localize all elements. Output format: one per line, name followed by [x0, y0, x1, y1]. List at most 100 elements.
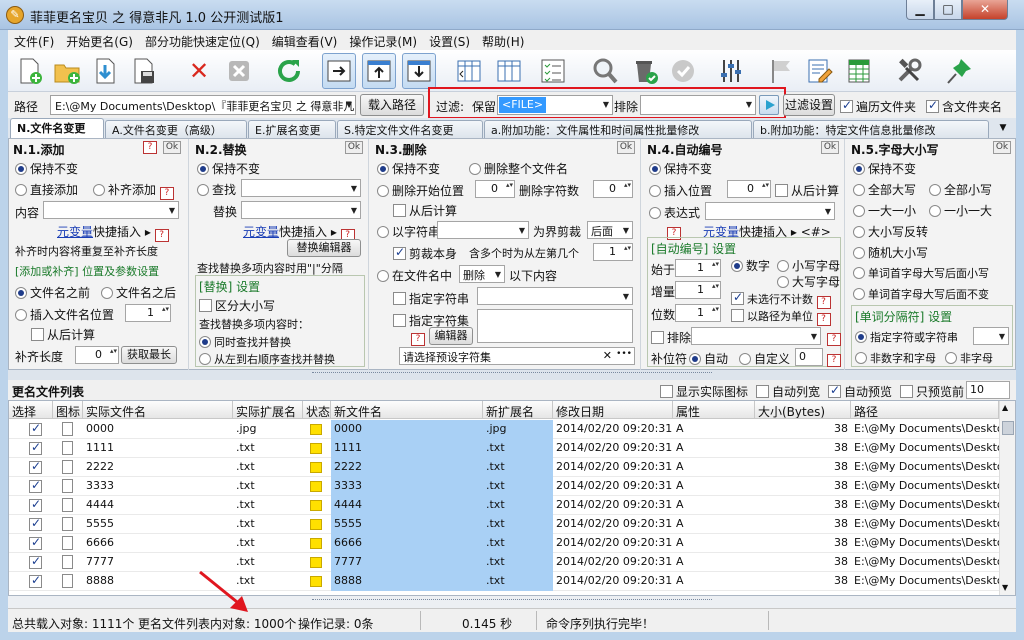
col-size-header[interactable]: 大小(Bytes): [755, 401, 851, 419]
load-path-button[interactable]: 载入路径: [360, 94, 424, 116]
upper-lower-radio[interactable]: 一大一小: [853, 202, 916, 219]
chevron-down-icon[interactable]: ▼: [346, 100, 352, 109]
specified-string-checkbox[interactable]: 指定字符串: [393, 290, 469, 307]
add-from-end-checkbox[interactable]: 从后计算: [31, 326, 95, 343]
col-attributes-header[interactable]: 属性: [673, 401, 755, 419]
add-content-input[interactable]: ▼: [43, 201, 179, 219]
word-capitalize-keep-radio[interactable]: 单词首字母大写后面不变: [853, 286, 989, 302]
open-folder-icon[interactable]: [50, 53, 84, 89]
non-letter-radio[interactable]: 非字母: [945, 350, 993, 366]
chevron-down-icon[interactable]: ▼: [746, 100, 752, 109]
menu-edit-view[interactable]: 编辑查看(V): [266, 30, 344, 50]
traverse-folders-checkbox[interactable]: 遍历文件夹: [840, 98, 916, 115]
help-icon[interactable]: ?: [159, 187, 174, 200]
chevron-down-icon[interactable]: ▼: [811, 332, 817, 341]
table-row[interactable]: 3333.txt3333.txt2014/02/20 09:20:31A38E:…: [9, 477, 999, 496]
by-path-checkbox[interactable]: 以路径为单位 ?: [731, 308, 831, 326]
chevron-down-icon[interactable]: ▼: [169, 206, 175, 215]
table-row[interactable]: 8888.txt8888.txt2014/02/20 09:20:31A38E:…: [9, 572, 999, 591]
swap-case-radio[interactable]: 大小写反转: [853, 223, 928, 240]
col-actual-ext-header[interactable]: 实际扩展名: [233, 401, 303, 419]
start-stepper[interactable]: 1: [675, 259, 721, 277]
direct-add-radio[interactable]: 直接添加: [15, 181, 78, 198]
chevron-down-icon[interactable]: ▼: [495, 270, 501, 279]
help-icon[interactable]: ?: [827, 329, 841, 346]
tools-icon[interactable]: [892, 53, 926, 89]
sliders-icon[interactable]: [714, 53, 748, 89]
clear-icon[interactable]: [222, 53, 256, 89]
meta-var-quick-insert[interactable]: 元变量快捷插入 ▸ ?: [57, 223, 169, 242]
row-select-checkbox[interactable]: [29, 535, 42, 550]
digit-radio[interactable]: 数字: [731, 257, 770, 274]
col-new-ext-header[interactable]: 新扩展名: [483, 401, 553, 419]
preview-first-checkbox[interactable]: 只预览前: [900, 383, 964, 400]
charset-textarea[interactable]: [477, 309, 633, 343]
help-icon[interactable]: ?: [827, 350, 841, 367]
add-keep-radio[interactable]: 保持不变: [15, 160, 78, 177]
more-icon[interactable]: •••: [616, 349, 632, 359]
help-icon[interactable]: ?: [411, 329, 425, 346]
delete-mode-select[interactable]: 删除 ▼: [459, 265, 505, 283]
delete-start-stepper[interactable]: 0: [475, 180, 515, 198]
random-case-radio[interactable]: 随机大小写: [853, 244, 928, 261]
row-select-checkbox[interactable]: [29, 478, 42, 493]
path-input[interactable]: E:\@My Documents\Desktop\『菲菲更名宝贝 之 得意非凡 ▼: [50, 95, 356, 115]
expression-radio[interactable]: 表达式: [649, 204, 700, 221]
clear-icon[interactable]: ✕: [603, 349, 612, 362]
cut-self-checkbox[interactable]: 剪裁本身: [393, 245, 457, 262]
chevron-down-icon[interactable]: ▼: [623, 292, 629, 301]
vertical-scrollbar[interactable]: ▲ ▼: [999, 401, 1015, 595]
row-select-checkbox[interactable]: [29, 554, 42, 569]
preview-count-input[interactable]: 10: [966, 381, 1010, 399]
find-input[interactable]: ▼: [241, 179, 361, 197]
help-icon[interactable]: ?: [143, 141, 157, 154]
all-lower-radio[interactable]: 全部小写: [929, 181, 992, 198]
lower-upper-radio[interactable]: 一小一大: [929, 202, 992, 219]
menu-file[interactable]: 文件(F): [8, 30, 60, 50]
row-select-checkbox[interactable]: [29, 421, 42, 436]
flag-icon[interactable]: [764, 53, 798, 89]
table-row[interactable]: 5555.txt5555.txt2014/02/20 09:20:31A38E:…: [9, 515, 999, 534]
before-filename-radio[interactable]: 文件名之前: [15, 284, 90, 301]
import-icon[interactable]: [88, 53, 122, 89]
number-from-end-checkbox[interactable]: 从后计算: [775, 182, 839, 199]
columns-left-icon[interactable]: [452, 53, 486, 89]
panel-letter-case-ok-button[interactable]: Ok: [993, 141, 1011, 154]
row-select-checkbox[interactable]: [29, 497, 42, 512]
edit-document-icon[interactable]: [802, 53, 836, 89]
col-status-header[interactable]: 状态: [303, 401, 331, 419]
horizontal-splitter[interactable]: [8, 596, 1016, 608]
specified-separator-radio[interactable]: 指定字符或字符串: [855, 329, 958, 345]
col-select-header[interactable]: 选择: [9, 401, 53, 419]
table-row[interactable]: 1111.txt1111.txt2014/02/20 09:20:31A38E:…: [9, 439, 999, 458]
tab-file-info-batch[interactable]: b.附加功能：特定文件信息批量修改: [753, 120, 989, 138]
menu-start-rename[interactable]: 开始更名(G): [60, 30, 139, 50]
custom-pad-input[interactable]: 0: [795, 348, 823, 366]
move-right-icon[interactable]: [322, 53, 356, 89]
col-modified-date-header[interactable]: 修改日期: [553, 401, 673, 419]
menu-settings[interactable]: 设置(S): [423, 30, 476, 50]
specified-string-input[interactable]: ▼: [477, 287, 633, 305]
separator-input[interactable]: ▼: [973, 327, 1009, 345]
chevron-down-icon[interactable]: ▼: [519, 226, 525, 235]
sequential-replace-radio[interactable]: 从左到右顺序查找并替换: [199, 351, 335, 367]
trash-check-icon[interactable]: [628, 53, 662, 89]
menu-quick-locate[interactable]: 部分功能快速定位(Q): [139, 30, 266, 50]
after-filename-radio[interactable]: 文件名之后: [101, 284, 176, 301]
skip-unchecked-checkbox[interactable]: 未选行不计数 ?: [731, 290, 831, 309]
table-row[interactable]: 0000.jpg0000.jpg2014/02/20 09:20:31A38E:…: [9, 420, 999, 439]
table-row[interactable]: 7777.txt7777.txt2014/02/20 09:20:31A38E:…: [9, 553, 999, 572]
pad-auto-radio[interactable]: 自动: [689, 350, 728, 367]
number-position-stepper[interactable]: 0: [727, 180, 771, 198]
show-icons-checkbox[interactable]: 显示实际图标: [660, 383, 748, 400]
table-row[interactable]: 6666.txt6666.txt2014/02/20 09:20:31A38E:…: [9, 534, 999, 553]
confirm-icon[interactable]: [666, 53, 700, 89]
auto-preview-checkbox[interactable]: 自动预览: [828, 383, 892, 400]
insert-position-stepper[interactable]: 1: [125, 304, 171, 322]
menu-help[interactable]: 帮助(H): [476, 30, 530, 50]
boundary-string-input[interactable]: ▼: [437, 221, 529, 239]
tab-filename-advanced[interactable]: A.文件名变更（高级）: [105, 120, 247, 138]
delete-icon[interactable]: ✕: [182, 53, 216, 89]
tab-specific-file-rename[interactable]: S.特定文件文件名变更: [337, 120, 483, 138]
table-row[interactable]: 2222.txt2222.txt2014/02/20 09:20:31A38E:…: [9, 458, 999, 477]
